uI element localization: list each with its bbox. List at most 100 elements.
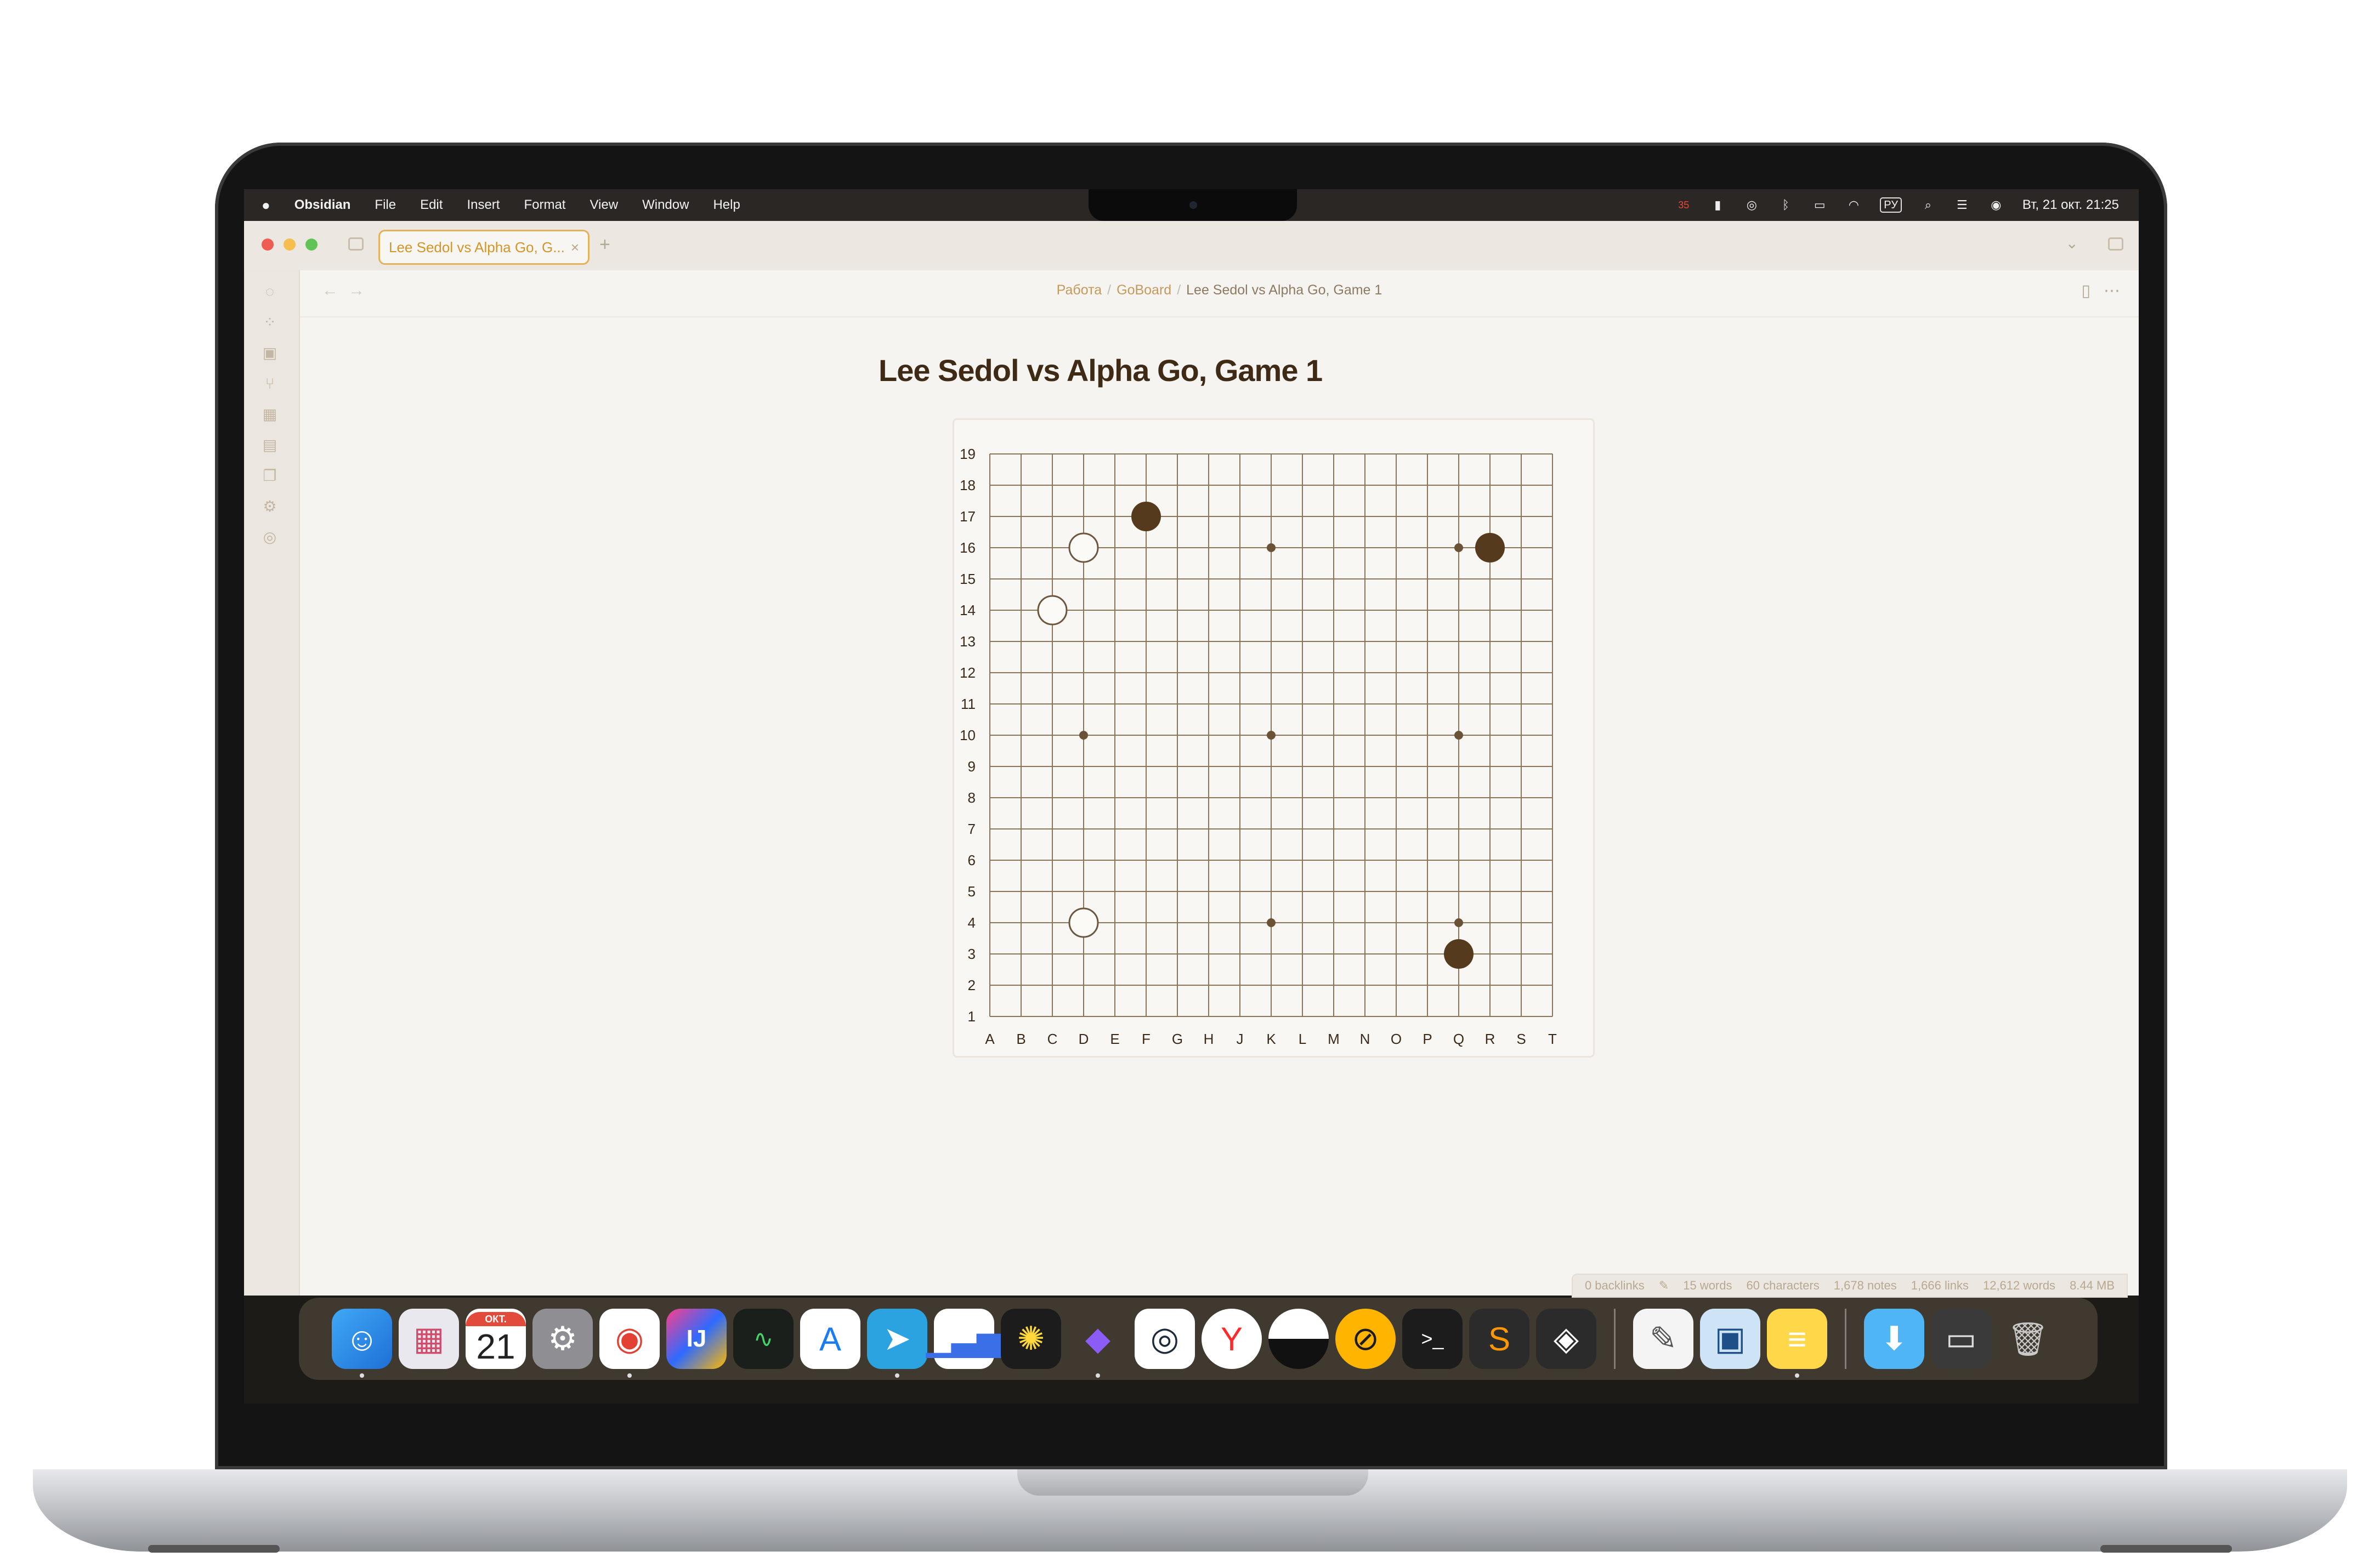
notes-icon[interactable]: ≡ — [1767, 1309, 1827, 1378]
tab-list-chevron-icon[interactable]: ⌄ — [2066, 234, 2078, 252]
edit-mode-pencil-icon[interactable]: ✎ — [1659, 1279, 1669, 1293]
apple-menu-icon[interactable]: ● — [262, 197, 270, 214]
camera-icon — [1189, 201, 1197, 209]
menu-insert[interactable]: Insert — [467, 197, 500, 213]
preview-icon[interactable]: ▣ — [1700, 1309, 1760, 1369]
app-store-icon[interactable]: A — [800, 1309, 860, 1369]
menu-datetime[interactable]: Вт, 21 окт. 21:25 — [2022, 197, 2119, 213]
row-label: 12 — [960, 664, 976, 681]
downloads-folder-icon[interactable]: ⬇ — [1864, 1309, 1924, 1369]
proxyman-icon[interactable]: ◎ — [1135, 1309, 1195, 1369]
row-label: 10 — [960, 727, 976, 743]
left-sidebar-toggle-icon[interactable] — [348, 237, 364, 251]
calendar-month: ОКТ. — [466, 1312, 526, 1326]
sublime-text-icon[interactable]: S — [1469, 1309, 1529, 1369]
calendar-grid-icon[interactable]: ▦ — [260, 405, 279, 424]
charts-icon[interactable]: ▁▃▅ — [926, 1309, 1002, 1369]
window-zoom-button[interactable] — [305, 238, 318, 251]
cube-app-icon[interactable]: ◈ — [1536, 1309, 1596, 1369]
bluetooth-icon[interactable]: ᛒ — [1778, 198, 1793, 212]
menu-edit[interactable]: Edit — [420, 197, 443, 213]
column-label: Q — [1453, 1031, 1464, 1047]
tab-bar: Lee Sedol vs Alpha Go, G... × + ⌄ — [244, 221, 2139, 270]
menu-format[interactable]: Format — [524, 197, 565, 213]
row-label: 17 — [960, 508, 976, 525]
yandex-browser-icon[interactable]: Y — [1202, 1309, 1262, 1369]
tab-active-note[interactable]: Lee Sedol vs Alpha Go, G... × — [378, 230, 590, 265]
wifi-icon[interactable]: ◠ — [1846, 198, 1861, 212]
star-point — [1454, 543, 1463, 552]
terminal-icon[interactable]: >_ — [1402, 1309, 1463, 1369]
star-point — [1454, 918, 1463, 927]
notification-badge-icon[interactable]: 35 — [1676, 198, 1691, 212]
column-label: T — [1548, 1031, 1557, 1047]
status-backlinks[interactable]: 0 backlinks — [1585, 1279, 1645, 1293]
obsidian-icon[interactable]: ◆ — [1068, 1309, 1128, 1378]
clipboard-icon[interactable]: ▮ — [1710, 198, 1725, 212]
branch-icon[interactable]: ⑂ — [260, 374, 279, 393]
column-label: D — [1079, 1031, 1089, 1047]
menu-help[interactable]: Help — [713, 197, 740, 213]
siri-icon[interactable]: ◉ — [1988, 198, 2004, 212]
breadcrumb: Работа / GoBoard / Lee Sedol vs Alpha Go, Ga… — [300, 282, 2139, 298]
go-board[interactable]: 19 18 17 16 15 14 13 12 11 10 9 8 7 6 5 4 3 2 1A B C D E F G H J K L… — [954, 420, 1593, 1056]
black-stone — [1444, 939, 1474, 969]
row-label: 4 — [968, 914, 976, 931]
menu-file[interactable]: File — [375, 197, 396, 213]
star-point — [1267, 731, 1276, 740]
breadcrumb-item-work[interactable]: Работа — [1057, 282, 1102, 298]
calendar-icon[interactable]: ОКТ. 21 — [466, 1309, 526, 1369]
screen-capture-icon[interactable]: ▭ — [1931, 1309, 1991, 1369]
row-label: 6 — [968, 852, 976, 868]
white-stone — [1068, 907, 1099, 938]
column-label: R — [1485, 1031, 1495, 1047]
activity-monitor-icon[interactable]: ∿ — [733, 1309, 794, 1369]
star-point — [1079, 731, 1088, 740]
copy-icon[interactable]: ❐ — [260, 467, 279, 485]
help-circle-icon[interactable]: ◎ — [260, 528, 279, 547]
window-minimize-button[interactable] — [284, 238, 296, 251]
more-options-icon[interactable]: ⋯ — [2104, 281, 2120, 300]
trash-icon[interactable]: 🗑 — [1998, 1309, 2058, 1369]
intellij-icon[interactable]: IJ — [666, 1309, 727, 1369]
menu-app-name[interactable]: Obsidian — [294, 197, 351, 213]
page-title: Lee Sedol vs Alpha Go, Game 1 — [879, 353, 1323, 388]
launchpad-icon[interactable]: ▦ — [399, 1309, 459, 1369]
status-vault-notes: 1,678 notes — [1833, 1279, 1897, 1292]
note-header-actions: ▯ ⋯ — [2081, 281, 2120, 300]
row-label: 9 — [968, 758, 976, 775]
star-app-icon[interactable]: ✺ — [1001, 1309, 1061, 1369]
spotlight-search-icon[interactable]: ⌕ — [1920, 198, 1936, 212]
breadcrumb-separator: / — [1107, 282, 1112, 298]
system-settings-icon[interactable]: ⚙ — [532, 1309, 593, 1369]
telegram-icon[interactable]: ➤ — [867, 1309, 927, 1378]
new-tab-button[interactable]: + — [599, 234, 610, 255]
window-close-button[interactable] — [262, 238, 274, 251]
canvas-icon[interactable]: ▣ — [260, 344, 279, 362]
keyboard-layout-badge[interactable]: РУ — [1880, 197, 1902, 213]
menu-window[interactable]: Window — [642, 197, 689, 213]
laptop-foot-left — [148, 1545, 280, 1553]
sync-icon[interactable]: ◎ — [1744, 198, 1759, 212]
quick-switcher-icon[interactable]: ◌ — [260, 282, 279, 301]
column-label: H — [1204, 1031, 1214, 1047]
tab-title: Lee Sedol vs Alpha Go, G... — [389, 238, 565, 255]
daily-note-icon[interactable]: ▤ — [260, 436, 279, 455]
status-word-count: 15 words — [1683, 1279, 1732, 1292]
menu-view[interactable]: View — [590, 197, 618, 213]
control-center-icon[interactable]: ☰ — [1954, 198, 1970, 212]
right-sidebar-toggle-icon[interactable] — [2108, 237, 2123, 251]
textedit-icon[interactable]: ✎ — [1633, 1309, 1693, 1369]
chrome-icon[interactable]: ◉ — [599, 1309, 660, 1378]
tab-close-icon[interactable]: × — [571, 239, 579, 256]
column-label: C — [1047, 1031, 1058, 1047]
reading-view-icon[interactable]: ▯ — [2081, 281, 2090, 300]
half-circle-app-icon[interactable] — [1268, 1309, 1329, 1369]
graph-view-icon[interactable]: ⁘ — [260, 313, 279, 332]
settings-gear-icon[interactable]: ⚙ — [260, 497, 279, 516]
row-label: 1 — [968, 1008, 976, 1025]
breadcrumb-item-goboard[interactable]: GoBoard — [1117, 282, 1171, 298]
pen-app-icon[interactable]: ⊘ — [1335, 1309, 1396, 1369]
battery-icon[interactable]: ▭ — [1812, 198, 1827, 212]
finder-icon[interactable]: ☺ — [332, 1309, 392, 1378]
